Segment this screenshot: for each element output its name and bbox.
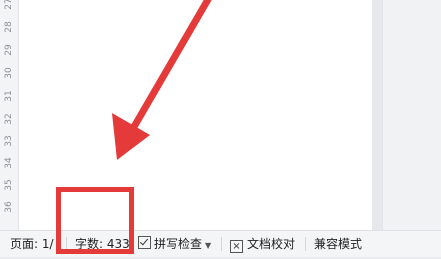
spell-check-icon: [138, 236, 151, 249]
page-margin-area: [372, 0, 382, 230]
doc-proofread-label: 文档校对: [247, 237, 296, 251]
status-separator: [305, 237, 306, 251]
ruler-number: 35: [4, 179, 14, 191]
ruler-number: 28: [4, 21, 14, 33]
spell-check-label: 拼写检查: [154, 237, 203, 251]
doc-proofread-button[interactable]: × 文档校对: [230, 231, 295, 257]
document-page[interactable]: [19, 0, 372, 230]
status-separator: [66, 237, 67, 251]
ruler-number: 29: [4, 44, 14, 56]
vertical-ruler: 27 28 29 30 31 32 33 34 35 36: [0, 0, 19, 230]
word-count[interactable]: 字数: 433: [75, 231, 130, 257]
ruler-number: 36: [4, 201, 14, 213]
ruler-number: 32: [4, 113, 14, 125]
chevron-down-icon[interactable]: ▼: [205, 241, 211, 250]
page-indicator[interactable]: 页面: 1/: [10, 231, 54, 257]
ruler-number: 34: [4, 157, 14, 169]
document-scroll-area[interactable]: [382, 0, 441, 230]
spell-check-button[interactable]: 拼写检查 ▼: [138, 231, 211, 257]
ruler-number: 30: [4, 67, 14, 79]
page-indicator-label: 页面: 1/: [10, 237, 54, 251]
word-count-label: 字数: 433: [75, 237, 130, 251]
compat-mode-indicator[interactable]: 兼容模式: [314, 231, 362, 257]
ruler-number: 33: [4, 135, 14, 147]
proofread-icon: ×: [230, 240, 243, 253]
status-separator: [221, 237, 222, 251]
ruler-number: 27: [4, 0, 14, 10]
ruler-number: 31: [4, 90, 14, 102]
compat-mode-label: 兼容模式: [314, 237, 363, 251]
status-bar: 页面: 1/ 字数: 433 拼写检查 ▼ × 文档校对 兼容模式: [0, 230, 441, 257]
